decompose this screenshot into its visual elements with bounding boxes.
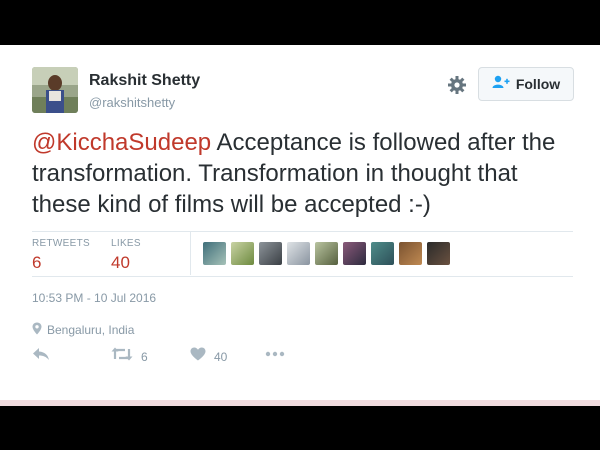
avatar[interactable] xyxy=(32,67,78,113)
tweet-timestamp[interactable]: 10:53 PM - 10 Jul 2016 xyxy=(32,291,156,305)
follow-person-icon xyxy=(492,75,510,94)
retweet-icon xyxy=(111,347,133,366)
likes-count: 40 xyxy=(111,253,130,272)
like-count: 40 xyxy=(214,349,228,364)
top-black-bar xyxy=(0,0,600,45)
stats-vertical-divider xyxy=(190,231,191,275)
liker-avatar[interactable] xyxy=(203,242,226,265)
stats-bottom-divider xyxy=(32,276,573,277)
liker-avatar[interactable] xyxy=(259,242,282,265)
tweet-text: @KicchaSudeep Acceptance is followed aft… xyxy=(32,127,577,220)
liker-avatar[interactable] xyxy=(231,242,254,265)
user-handle[interactable]: @rakshitshetty xyxy=(89,95,175,110)
likes-stat[interactable]: LIKES 40 xyxy=(111,238,141,273)
more-icon xyxy=(265,347,285,366)
tweet-mention-link[interactable]: @KicchaSudeep xyxy=(32,129,211,156)
liker-avatar[interactable] xyxy=(287,242,310,265)
bottom-black-bar xyxy=(0,406,600,450)
stats-top-divider xyxy=(32,231,573,232)
more-button[interactable] xyxy=(265,347,285,366)
like-button[interactable]: 40 xyxy=(190,347,227,366)
liker-avatar[interactable] xyxy=(399,242,422,265)
reply-button[interactable] xyxy=(32,347,50,366)
heart-icon xyxy=(190,347,206,366)
likes-label: LIKES xyxy=(111,238,141,249)
liker-avatar[interactable] xyxy=(343,242,366,265)
location-pin-icon xyxy=(32,322,47,338)
retweets-label: RETWEETS xyxy=(32,238,90,249)
retweets-stat[interactable]: RETWEETS 6 xyxy=(32,238,90,273)
liker-avatars xyxy=(203,242,450,265)
tweet-card: Rakshit Shetty @rakshitshetty Follow @Ki… xyxy=(0,45,600,400)
reply-icon xyxy=(32,347,50,366)
retweets-count: 6 xyxy=(32,253,42,272)
liker-avatar[interactable] xyxy=(427,242,450,265)
location-text: Bengaluru, India xyxy=(47,323,135,337)
liker-avatar[interactable] xyxy=(371,242,394,265)
user-name[interactable]: Rakshit Shetty xyxy=(89,72,200,90)
follow-button-label: Follow xyxy=(515,76,561,92)
gear-icon[interactable] xyxy=(447,75,467,95)
follow-button[interactable]: Follow xyxy=(478,67,574,101)
retweet-count: 6 xyxy=(141,349,148,364)
liker-avatar[interactable] xyxy=(315,242,338,265)
retweet-button[interactable]: 6 xyxy=(111,347,148,366)
tweet-location[interactable]: Bengaluru, India xyxy=(32,322,134,338)
